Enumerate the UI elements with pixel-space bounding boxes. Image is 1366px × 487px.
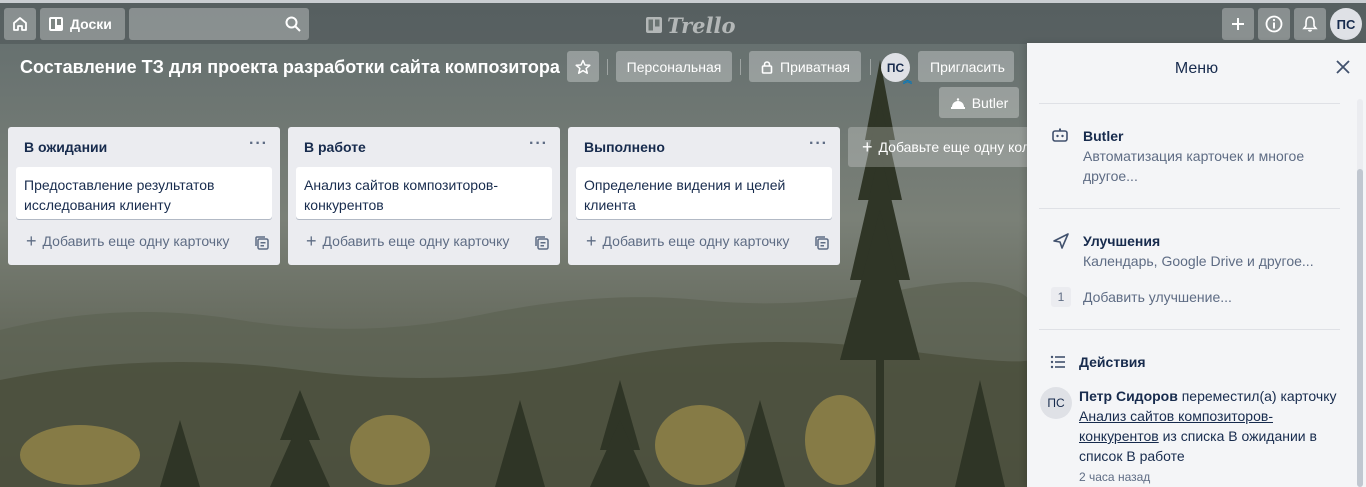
activity-action-text: переместил(а) карточку [1177, 388, 1337, 404]
list-title[interactable]: В ожидании [24, 139, 107, 155]
plus-icon: + [26, 231, 37, 251]
butler-menu-item[interactable]: Butler [1083, 128, 1123, 144]
invite-button[interactable]: Пригласить [918, 51, 1014, 82]
close-icon[interactable] [1334, 58, 1352, 76]
user-avatar[interactable]: ПС [1330, 8, 1362, 40]
butler-button[interactable]: Butler [939, 87, 1019, 118]
butler-robot-icon [1052, 128, 1068, 142]
card-template-icon[interactable] [254, 235, 270, 251]
boards-icon [49, 17, 63, 31]
board-menu-panel: Меню Butler Автоматизация карточек и мно… [1027, 43, 1366, 487]
powerups-description: Календарь, Google Drive и другое... [1083, 253, 1314, 269]
list-title[interactable]: В работе [304, 139, 366, 155]
plus-icon [1232, 18, 1244, 30]
activity-user-name[interactable]: Петр Сидоров [1079, 388, 1178, 404]
activity-title[interactable]: Действия [1079, 354, 1146, 370]
menu-divider [1039, 208, 1340, 209]
add-card-label: Добавить еще одну карточку [42, 233, 230, 249]
list-waiting: В ожидании ··· Предоставление результато… [8, 127, 280, 265]
star-icon [575, 59, 591, 74]
search-icon[interactable] [285, 16, 301, 32]
lock-icon [761, 60, 773, 74]
list-menu-icon[interactable]: ··· [809, 135, 828, 153]
boards-button[interactable]: Доски [40, 8, 125, 40]
privacy-button[interactable]: Приватная [749, 51, 861, 82]
logo-text: Trello [667, 12, 736, 38]
header-divider [870, 59, 871, 75]
admin-chevrons-icon: ︽ [902, 75, 912, 85]
add-powerup-link[interactable]: Добавить улучшение... [1083, 287, 1232, 307]
bell-icon [1302, 16, 1318, 32]
add-card-button[interactable]: + Добавить еще одну карточку [26, 231, 230, 251]
team-visibility-button[interactable]: Персональная [616, 51, 732, 82]
search-input[interactable] [129, 8, 279, 40]
trello-logo-icon [646, 17, 662, 33]
list-menu-icon[interactable]: ··· [249, 135, 268, 153]
activity-entry: Петр Сидоров переместил(а) карточку Анал… [1079, 386, 1339, 466]
home-button[interactable] [4, 8, 36, 40]
notifications-button[interactable] [1294, 8, 1326, 40]
butler-bell-icon [950, 97, 965, 109]
card-template-icon[interactable] [814, 235, 830, 251]
board-member-avatar[interactable]: ПС ︽ [881, 53, 912, 85]
plus-icon: + [586, 231, 597, 251]
rocket-icon [1053, 233, 1069, 249]
list-title[interactable]: Выполнено [584, 139, 665, 155]
add-list-label: Добавьте еще одну колонку [878, 139, 1048, 155]
scrollbar-thumb[interactable] [1357, 169, 1363, 487]
plus-icon: + [862, 136, 873, 157]
privacy-label: Приватная [780, 58, 850, 75]
card[interactable]: Определение видения и целей клиента [576, 167, 832, 219]
add-card-button[interactable]: + Добавить еще одну карточку [306, 231, 510, 251]
trello-logo[interactable]: Trello [645, 12, 736, 38]
activity-user-avatar[interactable]: ПС [1040, 387, 1072, 419]
card-template-icon[interactable] [534, 235, 550, 251]
menu-divider [1039, 329, 1340, 330]
header-divider [740, 59, 741, 75]
menu-divider [1039, 103, 1340, 104]
add-card-label: Добавить еще одну карточку [322, 233, 510, 249]
butler-description: Автоматизация карточек и многое другое..… [1083, 148, 1305, 184]
home-icon [13, 17, 27, 31]
activity-timestamp[interactable]: 2 часа назад [1079, 470, 1150, 484]
info-button[interactable] [1258, 8, 1290, 40]
list-done: Выполнено ··· Определение видения и целе… [568, 127, 840, 265]
plus-icon: + [306, 231, 317, 251]
add-card-button[interactable]: + Добавить еще одну карточку [586, 231, 790, 251]
member-initials: ПС [886, 60, 905, 75]
butler-label: Butler [971, 94, 1009, 111]
boards-label: Доски [70, 16, 112, 32]
list-menu-icon[interactable]: ··· [529, 135, 548, 153]
list-in-progress: В работе ··· Анализ сайтов композиторов-… [288, 127, 560, 265]
create-button[interactable] [1222, 8, 1254, 40]
menu-title: Меню [1174, 60, 1219, 77]
star-board-button[interactable] [567, 51, 599, 82]
add-list-button[interactable]: + Добавьте еще одну колонку [848, 127, 1048, 167]
info-icon [1265, 15, 1283, 33]
add-card-label: Добавить еще одну карточку [602, 233, 790, 249]
card[interactable]: Предоставление результатов исследования … [16, 167, 272, 219]
board-title[interactable]: Составление ТЗ для проекта разработки са… [20, 57, 560, 78]
powerups-count-badge: 1 [1051, 287, 1071, 307]
activity-list-icon [1050, 355, 1065, 369]
header-divider [607, 59, 608, 75]
top-header: Доски Trello ПС [0, 0, 1366, 44]
card[interactable]: Анализ сайтов композиторов-конкурентов [296, 167, 552, 219]
powerups-menu-item[interactable]: Улучшения [1083, 233, 1160, 249]
search-field[interactable] [129, 8, 309, 40]
